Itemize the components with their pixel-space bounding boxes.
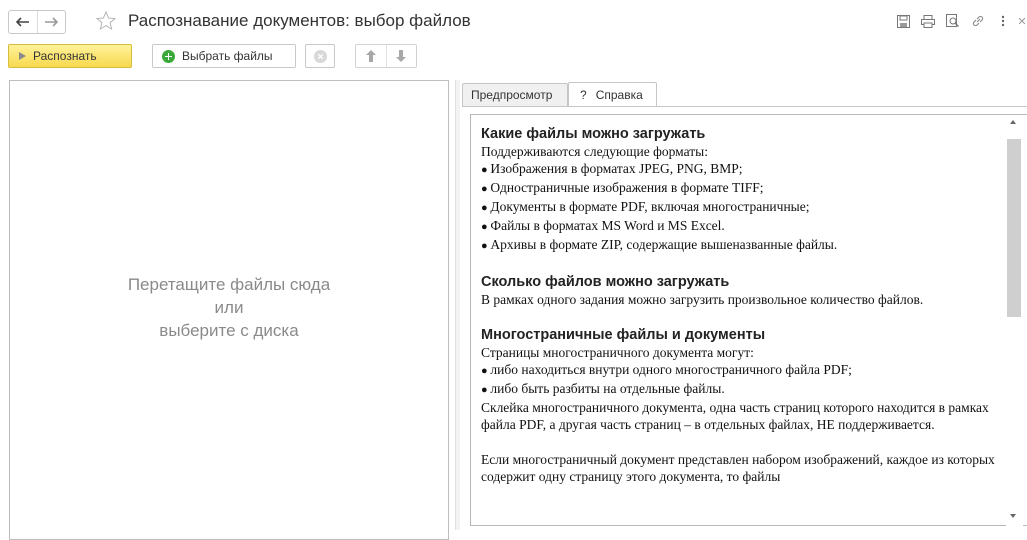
back-button[interactable] — [9, 11, 37, 33]
recognize-button-label: Распознать — [33, 49, 97, 63]
help-panel[interactable]: Какие файлы можно загружать Поддерживают… — [470, 114, 1027, 526]
tab-help-label: Справка — [595, 88, 643, 102]
navigation-group — [8, 10, 66, 34]
panel-splitter[interactable] — [455, 80, 460, 530]
list-item: Изображения в форматах JPEG, PNG, BMP; — [481, 160, 1001, 179]
scroll-down-icon[interactable] — [1010, 514, 1016, 518]
print-preview-button[interactable] — [942, 12, 964, 30]
page-title: Распознавание документов: выбор файлов — [128, 11, 471, 30]
recognize-button[interactable]: Распознать — [8, 44, 132, 68]
print-button[interactable] — [917, 12, 939, 30]
paragraph: Склейка многостраничного документа, одна… — [481, 400, 989, 432]
arrow-left-icon — [15, 17, 29, 27]
help-content: Какие файлы можно загружать Поддерживают… — [481, 125, 1001, 503]
scroll-up-icon[interactable] — [1010, 120, 1016, 124]
tab-help[interactable]: ? Справка — [568, 82, 657, 107]
print-preview-icon — [946, 14, 959, 27]
title-bar: Распознавание документов: выбор файлов — [0, 0, 1027, 42]
list-item: Документы в формате PDF, включая многост… — [481, 198, 1001, 217]
clear-button[interactable] — [305, 44, 335, 68]
list-item: либо находиться внутри одного многостран… — [481, 361, 1001, 380]
drop-line-1: Перетащите файлы сюда — [127, 275, 331, 294]
arrow-right-icon — [45, 17, 59, 27]
star-icon — [95, 10, 117, 31]
more-vertical-icon — [1001, 15, 1005, 27]
title-actions — [889, 12, 1027, 30]
link-button[interactable] — [967, 12, 989, 30]
file-drop-zone[interactable]: Перетащите файлы сюда или выберите с дис… — [9, 80, 449, 540]
drop-zone-message: Перетащите файлы сюда или выберите с дис… — [10, 273, 448, 342]
help-section: Если многостраничный документ представле… — [481, 451, 1001, 485]
select-files-button[interactable]: Выбрать файлы — [152, 44, 296, 68]
move-buttons — [355, 44, 417, 68]
paragraph: Поддерживаются следующие форматы: — [481, 144, 708, 159]
move-down-button[interactable] — [385, 45, 417, 67]
drop-line-2: или — [214, 298, 244, 317]
select-files-label: Выбрать файлы — [182, 49, 273, 63]
tab-divider — [462, 106, 1027, 107]
clear-icon — [313, 49, 327, 63]
arrow-down-icon — [396, 50, 407, 62]
list-item: либо быть разбиты на отдельные файлы. — [481, 380, 1001, 399]
favorite-button[interactable] — [95, 10, 117, 32]
add-icon — [162, 49, 175, 63]
help-section: Сколько файлов можно загружать В рамках … — [481, 273, 1001, 308]
link-icon — [972, 15, 984, 27]
section-heading: Сколько файлов можно загружать — [481, 274, 730, 290]
tab-preview-label: Предпросмотр — [471, 88, 553, 102]
move-up-button[interactable] — [356, 45, 386, 67]
help-section: Какие файлы можно загружать Поддерживают… — [481, 125, 1001, 255]
section-heading: Многостраничные файлы и документы — [481, 327, 766, 343]
tab-preview[interactable]: Предпросмотр — [462, 83, 568, 106]
help-question-icon: ? — [580, 88, 587, 102]
list-item: Одностраничные изображения в формате TIF… — [481, 179, 1001, 198]
close-icon — [1019, 18, 1025, 24]
arrow-up-icon — [365, 50, 376, 62]
paragraph: В рамках одного задания можно загрузить … — [481, 292, 924, 307]
section-heading: Какие файлы можно загружать — [481, 126, 706, 142]
floppy-icon — [896, 14, 910, 28]
close-button[interactable] — [1017, 12, 1027, 30]
play-icon — [19, 52, 26, 60]
printer-icon — [921, 14, 935, 28]
more-button[interactable] — [992, 12, 1014, 30]
help-section: Многостраничные файлы и документы Страни… — [481, 326, 1001, 433]
paragraph: Если многостраничный документ представле… — [481, 452, 995, 484]
drop-line-3[interactable]: выберите с диска — [10, 319, 448, 342]
list-item: Файлы в форматах MS Word и MS Excel. — [481, 217, 1001, 236]
paragraph: Страницы многостраничного документа могу… — [481, 345, 754, 360]
toolbar: Распознать Выбрать файлы — [0, 44, 1027, 70]
scroll-thumb[interactable] — [1007, 139, 1021, 317]
forward-button[interactable] — [36, 11, 66, 33]
save-button[interactable] — [892, 12, 914, 30]
list-item: Архивы в формате ZIP, содержащие вышеназ… — [481, 236, 1001, 255]
